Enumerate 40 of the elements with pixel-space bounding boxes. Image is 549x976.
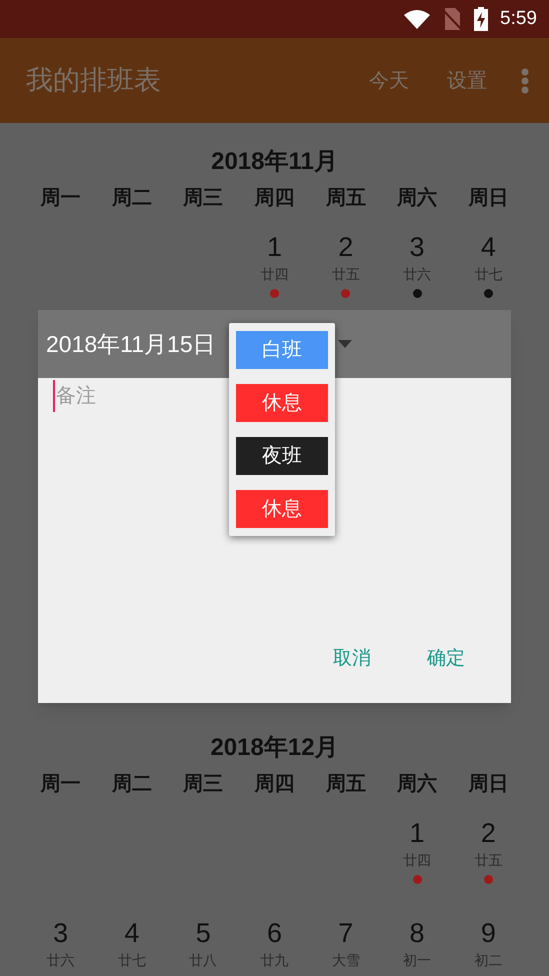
day-number[interactable]: 4 (480, 231, 496, 263)
shift-option[interactable]: 休息 (236, 490, 328, 528)
day-number[interactable]: 2 (480, 817, 496, 849)
date-title: 2018年11月15日 (46, 330, 216, 359)
weekday-label: 周六 (397, 186, 438, 211)
weekday-label: 周五 (326, 186, 366, 211)
weekday-label: 周日 (468, 772, 508, 797)
dialog-button[interactable]: 确定 (419, 640, 473, 677)
weekday-label: 周日 (468, 186, 508, 211)
shift-option[interactable]: 休息 (236, 384, 328, 422)
month-title: 2018年11月 (211, 147, 338, 177)
day-number[interactable]: 7 (338, 917, 354, 949)
status-time: 5:59 (500, 6, 537, 31)
toolbar-action[interactable]: 设置 (447, 66, 487, 96)
weekday-label: 周一 (40, 772, 81, 797)
app-title: 我的排班表 (26, 64, 162, 98)
day-number[interactable]: 9 (480, 917, 496, 949)
shift-option[interactable]: 白班 (236, 331, 328, 369)
day-number[interactable]: 8 (410, 917, 425, 949)
toolbar-action[interactable]: 今天 (369, 66, 409, 96)
day-number[interactable]: 6 (266, 917, 282, 949)
day-number[interactable]: 4 (124, 917, 140, 949)
day-number[interactable]: 1 (266, 231, 282, 263)
weekday-label: 周五 (326, 772, 366, 797)
weekday-label: 周二 (112, 772, 152, 797)
day-number[interactable]: 2 (338, 231, 354, 263)
weekday-label: 周一 (40, 186, 81, 211)
weekday-label: 周三 (183, 772, 224, 797)
weekday-label: 周二 (112, 186, 152, 211)
weekday-label: 周三 (183, 186, 224, 211)
day-number[interactable]: 5 (196, 917, 211, 949)
month-title: 2018年12月 (210, 733, 339, 763)
day-number[interactable]: 3 (410, 231, 425, 263)
weekday-label: 周四 (254, 186, 294, 211)
day-number[interactable]: 3 (53, 917, 68, 949)
weekday-label: 周六 (397, 772, 438, 797)
day-number[interactable]: 1 (410, 817, 425, 849)
shift-option[interactable]: 夜班 (236, 437, 328, 475)
weekday-label: 周四 (254, 772, 294, 797)
dialog-button[interactable]: 取消 (325, 640, 379, 677)
